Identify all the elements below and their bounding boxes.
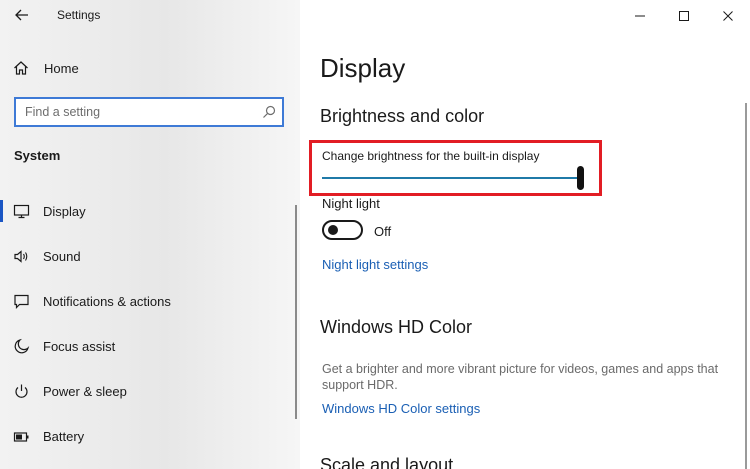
sidebar-item-label: Notifications & actions <box>43 294 171 309</box>
toggle-knob <box>328 225 338 235</box>
slider-track <box>322 177 581 179</box>
moon-icon <box>13 338 30 355</box>
search-icon[interactable] <box>262 105 276 119</box>
search-input[interactable] <box>16 99 256 125</box>
sidebar-item-battery[interactable]: Battery <box>0 420 294 465</box>
night-light-toggle[interactable] <box>322 220 363 240</box>
minimize-button[interactable] <box>618 0 662 31</box>
brightness-slider[interactable] <box>322 166 584 190</box>
maximize-button[interactable] <box>662 0 706 31</box>
speaker-icon <box>13 248 30 265</box>
hd-color-description: Get a brighter and more vibrant picture … <box>322 362 719 392</box>
home-icon <box>13 60 29 76</box>
hd-color-settings-link[interactable]: Windows HD Color settings <box>322 401 480 416</box>
power-icon <box>13 383 30 400</box>
brightness-label: Change brightness for the built-in displ… <box>322 149 540 163</box>
scale-layout-heading: Scale and layout <box>320 455 454 469</box>
sidebar-item-display[interactable]: Display <box>0 195 294 240</box>
app-title: Settings <box>57 8 101 22</box>
content-scrollbar[interactable] <box>745 103 747 469</box>
back-button[interactable] <box>8 2 36 28</box>
hd-color-heading: Windows HD Color <box>320 317 473 337</box>
sidebar-item-label: Focus assist <box>43 339 116 354</box>
sidebar-item-notifications[interactable]: Notifications & actions <box>0 285 294 330</box>
section-heading-system: System <box>14 148 61 163</box>
slider-thumb[interactable] <box>577 166 584 190</box>
back-arrow-icon <box>15 9 29 21</box>
page-title: Display <box>320 53 406 83</box>
night-light-label: Night light <box>322 196 380 211</box>
search-box[interactable] <box>14 97 284 127</box>
content-pane: Display Brightness and color Change brig… <box>300 0 750 469</box>
sidebar-item-label: Sound <box>43 249 81 264</box>
sidebar-item-sound[interactable]: Sound <box>0 240 294 285</box>
nav-list: Display Sound Notifications & actions Fo… <box>0 195 294 465</box>
sidebar-item-label: Power & sleep <box>43 384 127 399</box>
minimize-icon <box>635 11 645 21</box>
title-bar: Settings <box>0 0 300 31</box>
selection-indicator <box>0 200 3 222</box>
close-icon <box>723 10 733 21</box>
night-light-state: Off <box>374 224 392 239</box>
close-button[interactable] <box>706 0 750 31</box>
sidebar-item-focus-assist[interactable]: Focus assist <box>0 330 294 375</box>
battery-icon <box>13 428 30 445</box>
night-light-settings-link[interactable]: Night light settings <box>322 257 428 272</box>
sidebar-item-label: Battery <box>43 429 85 444</box>
monitor-icon <box>13 203 30 220</box>
window-controls <box>618 0 750 31</box>
sidebar-item-home[interactable]: Home <box>0 55 300 81</box>
home-label: Home <box>44 61 79 76</box>
brightness-color-heading: Brightness and color <box>320 106 485 126</box>
sidebar: Settings Home System Display Sound <box>0 0 300 469</box>
notification-icon <box>13 293 30 310</box>
sidebar-scrollbar[interactable] <box>295 205 297 419</box>
sidebar-item-label: Display <box>43 204 86 219</box>
maximize-icon <box>679 10 689 21</box>
sidebar-item-power-sleep[interactable]: Power & sleep <box>0 375 294 420</box>
